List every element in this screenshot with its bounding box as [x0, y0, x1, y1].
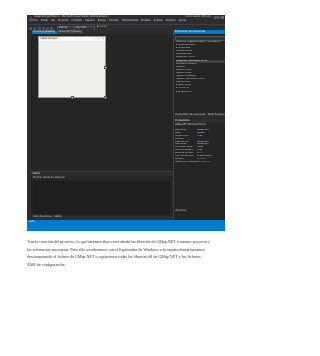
- resize-handle[interactable]: [71, 96, 75, 100]
- property-value[interactable]: GMap.NET: [197, 141, 209, 143]
- menu-ayuda[interactable]: Ayuda: [178, 19, 185, 23]
- property-value[interactable]: GMap.NET: [197, 129, 209, 131]
- caption-line: las referencias necesarias. Para ello ac…: [27, 246, 205, 252]
- window-controls: [213, 15, 224, 20]
- properties-description: (Nombre): [175, 209, 187, 212]
- visual-studio-screenshot: AlgebraProject/Demo - Microsoft Visual S…: [27, 15, 225, 231]
- menu-pruebas[interactable]: Pruebas: [141, 19, 151, 23]
- solution-explorer-panel: Explorador de soluciones Solución 'Algeb…: [173, 30, 225, 220]
- property-value[interactable]: global: [197, 132, 204, 134]
- caption-line: Tras la creación del proyecto, lo que ha…: [27, 239, 211, 244]
- menu-ventana[interactable]: Ventana: [166, 19, 176, 23]
- menu-depurar[interactable]: Depurar: [85, 19, 95, 23]
- output-panel-title: Salida: [32, 171, 40, 175]
- start-button[interactable]: ▶ Iniciar: [97, 26, 107, 29]
- caption-line: descomprimido el fichero de GMap.NET y c…: [27, 254, 201, 260]
- form-body[interactable]: [39, 40, 105, 97]
- menu-compilar[interactable]: Compilar: [71, 19, 82, 23]
- property-value[interactable]: C:\...: [197, 152, 203, 154]
- menu-herramientas[interactable]: Herramientas: [122, 19, 138, 23]
- tab-error-list[interactable]: Lista de errores: [33, 215, 52, 219]
- property-row[interactable]: Versión en tiempov2.0.50727: [175, 161, 225, 164]
- property-value[interactable]: 1.7.0.0: [197, 158, 205, 160]
- property-value[interactable]: False: [197, 146, 203, 148]
- menu-proyecto[interactable]: Proyecto: [58, 19, 68, 23]
- quick-launch[interactable]: Inicio rápido (Ctrl+Q): [186, 15, 211, 19]
- form-title: AlgebraProject: [40, 36, 58, 40]
- menu-analisis[interactable]: Análisis: [154, 19, 163, 23]
- menu-formato[interactable]: Formato: [109, 19, 119, 23]
- solution-explorer-header: Explorador de soluciones: [174, 30, 225, 34]
- status-bar: Listo: [27, 220, 225, 231]
- panel-tabs: Explorador de soluciones Team Explorer: [174, 113, 225, 118]
- property-value[interactable]: v2.0.50727: [197, 161, 211, 163]
- form-window-buttons-icon: – □ ×: [94, 36, 105, 40]
- solution-explorer-title: Explorador de soluciones: [175, 29, 206, 33]
- properties-object[interactable]: GMap.NET.WindowsForms: [175, 123, 206, 127]
- status-text: Listo: [29, 220, 35, 224]
- output-panel: Salida Mostrar salida de: Depurar: [31, 171, 173, 217]
- tab-team-explorer[interactable]: Team Explorer: [208, 113, 225, 117]
- property-value[interactable]: True: [197, 135, 202, 137]
- menu-ver[interactable]: Ver: [51, 19, 55, 23]
- tab-output[interactable]: Salida: [54, 215, 61, 219]
- menu-editar[interactable]: Editar: [41, 19, 48, 23]
- designer-surface[interactable]: AlgebraProject – □ ×: [31, 34, 173, 171]
- caption-paragraph: Tras la creación del proyecto, lo que ha…: [27, 238, 227, 268]
- tree-item[interactable]: ▸ Program.cs: [176, 91, 225, 94]
- property-value[interactable]: GMap.NET: [197, 143, 209, 145]
- menu-archivo[interactable]: Archivo: [29, 19, 38, 23]
- properties-grid: (Nombre) GMap.NET Alias global Copia local Tr…: [175, 129, 225, 164]
- menu-equipo[interactable]: Equipo: [98, 19, 106, 23]
- resize-handle[interactable]: [104, 96, 108, 100]
- form-designer[interactable]: AlgebraProject – □ ×: [38, 36, 108, 100]
- properties-title: Propiedades: [175, 118, 190, 122]
- tab-solution-explorer[interactable]: Explorador de soluciones: [176, 113, 206, 117]
- close-icon[interactable]: [220, 15, 224, 19]
- caption-line: XML de configuración.: [27, 261, 66, 267]
- property-value[interactable]: Ensamblado: [197, 155, 212, 157]
- solution-tree: Solución 'AlgebraProject' (1 proyecto) ▸ …: [176, 41, 225, 94]
- property-name: Versión en tiempo: [175, 160, 197, 163]
- output-source-selector[interactable]: Mostrar salida de: Depurar: [33, 176, 65, 180]
- property-value[interactable]: True: [197, 149, 202, 151]
- output-text-area[interactable]: [33, 181, 170, 214]
- resize-handle[interactable]: [104, 66, 108, 70]
- document-page: AlgebraProject/Demo - Microsoft Visual S…: [0, 0, 252, 356]
